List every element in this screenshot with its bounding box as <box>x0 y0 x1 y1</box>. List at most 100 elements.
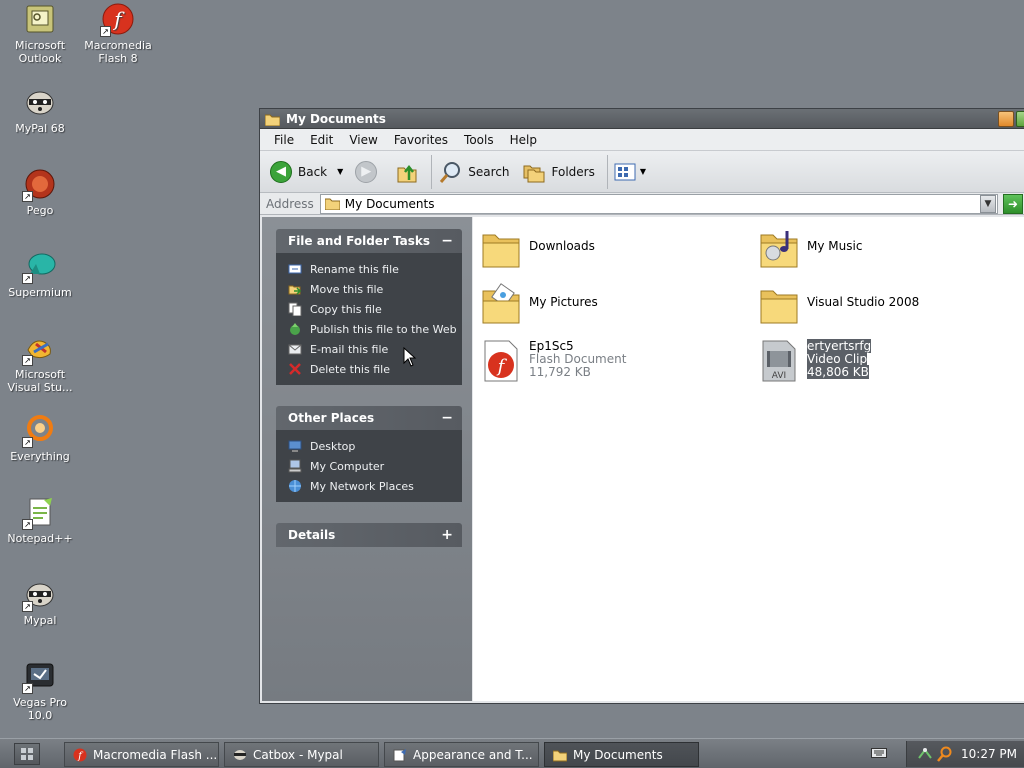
address-label: Address <box>266 196 314 211</box>
views-button[interactable]: ▼ <box>614 162 646 182</box>
other-places-header[interactable]: Other Places − <box>276 406 462 430</box>
desktop-shortcut-outlook[interactable]: Microsoft Outlook <box>0 3 80 65</box>
file-item-downloads[interactable]: Downloads <box>481 227 595 271</box>
task-rename-file[interactable]: Rename this file <box>288 259 462 279</box>
desktop-shortcut-everything[interactable]: ↗ Everything <box>0 414 80 463</box>
mouse-cursor-icon <box>403 347 417 367</box>
menu-edit[interactable]: Edit <box>302 133 341 147</box>
task-move-file[interactable]: Move this file <box>288 279 462 299</box>
menu-file[interactable]: File <box>266 133 302 147</box>
desktop-shortcut-vegas[interactable]: ↗ Vegas Pro 10.0 <box>0 660 80 722</box>
move-icon <box>288 282 302 296</box>
details-header[interactable]: Details + <box>276 523 462 547</box>
taskbar-button-label: Macromedia Flash ... <box>93 747 218 762</box>
file-list-view[interactable]: Downloads My Music My Pictures Visual St… <box>473 217 1024 701</box>
desktop-icon-label: Microsoft Outlook <box>14 39 66 65</box>
network-tray-icon[interactable] <box>917 746 933 762</box>
chevron-down-icon: ▼ <box>639 167 647 176</box>
explorer-window[interactable]: My Documents File Edit View Favorites To… <box>259 108 1024 704</box>
expand-icon[interactable]: + <box>441 523 453 547</box>
desktop-icon-label: Vegas Pro 10.0 <box>13 696 67 722</box>
raccoon-icon <box>234 749 246 760</box>
collapse-icon[interactable]: − <box>441 229 453 253</box>
window-titlebar[interactable]: My Documents <box>260 109 1024 129</box>
my-computer-icon <box>288 459 302 473</box>
file-item-my-music[interactable]: My Music <box>759 227 862 271</box>
desktop-shortcut-visual-studio[interactable]: ↗ Microsoft Visual Stu... <box>0 332 80 394</box>
place-label: My Network Places <box>310 479 414 493</box>
supermium-icon: ↗ <box>22 250 56 284</box>
panel-title: Details <box>288 528 336 542</box>
desktop-shortcut-mypal[interactable]: ↗ Mypal <box>0 578 80 627</box>
folder-icon <box>481 227 521 271</box>
file-type: Flash Document <box>529 352 627 366</box>
menu-tools[interactable]: Tools <box>456 133 502 147</box>
search-button[interactable]: Search <box>438 160 510 184</box>
file-size: 48,806 KB <box>807 365 869 379</box>
file-item-my-pictures[interactable]: My Pictures <box>481 283 598 327</box>
task-publish-file[interactable]: Publish this file to the Web <box>288 319 462 339</box>
avi-file-icon: AVI <box>759 339 799 383</box>
forward-button[interactable]: ▶ <box>355 160 378 183</box>
taskbar-button-mypal[interactable]: Catbox - Mypal <box>224 742 379 767</box>
address-input[interactable]: My Documents <box>319 193 998 214</box>
flash-document-icon: f <box>481 339 521 383</box>
flash-icon: f ↗ <box>100 3 134 37</box>
keyboard-icon[interactable] <box>871 747 887 759</box>
place-desktop[interactable]: Desktop <box>288 436 462 456</box>
go-button[interactable]: ➜ <box>1003 194 1023 214</box>
desktop-shortcut-flash[interactable]: f ↗ Macromedia Flash 8 <box>78 3 158 65</box>
folders-button[interactable]: Folders <box>522 160 595 184</box>
raccoon-icon <box>24 86 56 118</box>
up-folder-icon <box>397 164 417 182</box>
file-folder-tasks-header[interactable]: File and Folder Tasks − <box>276 229 462 253</box>
panel-title: File and Folder Tasks <box>288 234 431 248</box>
place-my-network-places[interactable]: My Network Places <box>288 476 462 496</box>
maximize-button[interactable] <box>1016 111 1024 127</box>
menu-view[interactable]: View <box>341 133 385 147</box>
file-name: Downloads <box>529 239 595 253</box>
menu-favorites[interactable]: Favorites <box>386 133 456 147</box>
minimize-button[interactable] <box>998 111 1014 127</box>
task-pane: File and Folder Tasks − Rename this file… <box>262 217 472 701</box>
views-icon <box>614 163 636 180</box>
task-label: E-mail this file <box>310 342 389 356</box>
task-copy-file[interactable]: Copy this file <box>288 299 462 319</box>
collapse-icon[interactable]: − <box>441 406 453 430</box>
task-label: Rename this file <box>310 262 399 276</box>
up-folder-button[interactable] <box>395 160 419 184</box>
place-label: Desktop <box>310 439 356 453</box>
taskbar-button-flash[interactable]: f Macromedia Flash ... <box>64 742 219 767</box>
desktop-shortcut-mypal68[interactable]: MyPal 68 <box>0 86 80 135</box>
file-folder-tasks-panel: File and Folder Tasks − Rename this file… <box>276 229 462 385</box>
task-email-file[interactable]: E-mail this file <box>288 339 462 359</box>
taskbar-button-my-documents[interactable]: My Documents <box>544 742 699 767</box>
task-delete-file[interactable]: Delete this file <box>288 359 462 379</box>
back-button[interactable]: ◀ Back ▼ <box>270 160 343 183</box>
rename-icon <box>288 262 302 276</box>
chevron-down-icon[interactable]: ▼ <box>337 167 343 176</box>
place-my-computer[interactable]: My Computer <box>288 456 462 476</box>
file-name: My Music <box>807 239 863 253</box>
start-button[interactable] <box>14 743 40 765</box>
folder-icon <box>324 198 340 210</box>
other-places-list: Desktop My Computer My Network Places <box>276 430 462 502</box>
desktop-icon-label: Pego <box>26 204 54 217</box>
menu-bar: File Edit View Favorites Tools Help <box>260 129 1024 151</box>
search-tray-icon[interactable] <box>937 746 953 762</box>
file-item-visual-studio-2008[interactable]: Visual Studio 2008 <box>759 283 919 327</box>
folders-label: Folders <box>551 164 595 179</box>
desktop-shortcut-pego[interactable]: ↗ Pego <box>0 168 80 217</box>
file-item-ertyertsrfg[interactable]: AVI ertyertsrfg Video Clip 48,806 KB <box>759 339 872 383</box>
file-type: Video Clip <box>807 352 868 366</box>
folders-icon <box>523 165 545 182</box>
menu-help[interactable]: Help <box>502 133 545 147</box>
desktop-shortcut-notepadpp[interactable]: ↗ Notepad++ <box>0 496 80 545</box>
desktop-icon-label: MyPal 68 <box>15 122 65 135</box>
taskbar-button-appearance[interactable]: Appearance and T... <box>384 742 539 767</box>
shortcut-arrow-icon: ↗ <box>22 437 33 448</box>
file-item-ep1sc5[interactable]: f Ep1Sc5 Flash Document 11,792 KB <box>481 339 626 383</box>
address-dropdown-button[interactable]: ▼ <box>980 195 996 213</box>
pictures-folder-icon <box>481 283 521 327</box>
desktop-shortcut-supermium[interactable]: ↗ Supermium <box>0 250 80 299</box>
